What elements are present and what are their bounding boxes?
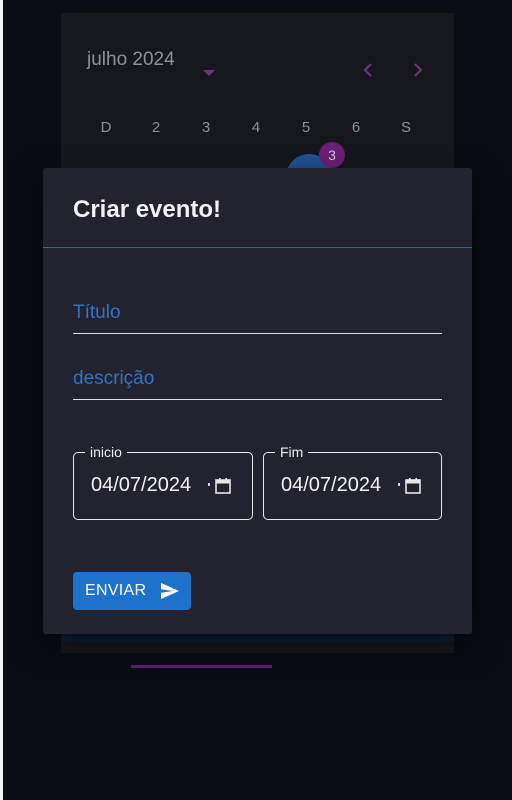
description-input[interactable] <box>73 359 442 399</box>
caret-down-icon[interactable] <box>203 70 215 76</box>
window-edge <box>0 0 3 800</box>
event-count-badge: 3 <box>319 142 345 168</box>
end-date-field[interactable]: Fim 04/07/2024 <box>263 443 442 520</box>
create-event-dialog: Criar evento! inicio 04/07/2024 Fim 04/0… <box>43 168 472 634</box>
title-field <box>73 293 442 334</box>
start-date-label: inicio <box>85 443 127 461</box>
start-date-field[interactable]: inicio 04/07/2024 <box>73 443 253 520</box>
end-date-label: Fim <box>275 443 309 461</box>
tab-indicator <box>131 665 272 668</box>
weekday-label: 6 <box>351 119 361 136</box>
weekday-label: 4 <box>251 119 261 136</box>
weekday-label: S <box>400 119 411 136</box>
weekday-label: 3 <box>201 119 211 136</box>
dialog-title: Criar evento! <box>73 196 222 223</box>
dialog-divider <box>43 247 472 248</box>
calendar-icon[interactable] <box>213 476 233 496</box>
send-button[interactable]: ENVIAR <box>73 572 191 610</box>
calendar-icon[interactable] <box>403 476 423 496</box>
weekday-label: 2 <box>151 119 161 136</box>
chevron-left-icon[interactable] <box>358 60 378 80</box>
weekday-label: 5 <box>301 119 311 136</box>
send-icon <box>161 583 179 599</box>
date-separator <box>398 483 400 486</box>
description-field <box>73 359 442 400</box>
weekday-header: D 2 3 4 5 6 S <box>94 119 444 139</box>
weekday-label: D <box>100 119 112 136</box>
chevron-right-icon[interactable] <box>408 60 428 80</box>
start-date-value[interactable]: 04/07/2024 <box>91 474 191 497</box>
end-date-value[interactable]: 04/07/2024 <box>281 474 381 497</box>
send-button-label: ENVIAR <box>85 582 147 599</box>
date-separator <box>208 483 210 486</box>
month-label[interactable]: julho 2024 <box>87 49 175 71</box>
title-input[interactable] <box>73 293 442 333</box>
